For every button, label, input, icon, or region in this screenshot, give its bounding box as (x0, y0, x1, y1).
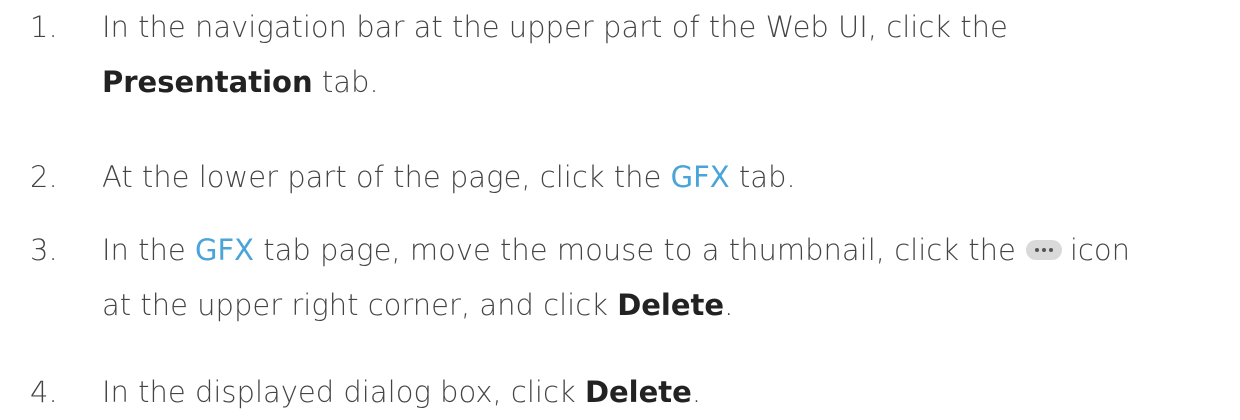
step-line: In the GFX tab page, move the mouse to a… (102, 223, 1202, 278)
presentation-tab-name: Presentation (102, 65, 313, 99)
step-text-fragment: In the (102, 233, 195, 267)
step-text-fragment: tab page, move the mouse to a thumbnail,… (254, 233, 1016, 267)
step-number: 1. (30, 10, 58, 44)
step-text: At the lower part of the page, click the… (102, 150, 1202, 205)
delete-action-name: Delete (617, 288, 725, 322)
step-text-fragment: . (691, 375, 702, 409)
step-text: In the navigation bar at the upper part … (102, 0, 1202, 110)
gfx-link[interactable]: GFX (671, 160, 730, 194)
step-line: Presentation tab. (102, 55, 1202, 110)
step-text: In the GFX tab page, move the mouse to a… (102, 223, 1202, 333)
step-text-fragment: at the upper right corner, and click (102, 288, 618, 322)
gfx-link[interactable]: GFX (195, 233, 254, 267)
delete-action-name: Delete (584, 375, 692, 409)
step-text: In the displayed dialog box, click Delet… (102, 365, 1202, 420)
step-number: 3. (30, 233, 58, 267)
step-text-fragment: At the lower part of the page, click the (102, 160, 671, 194)
instruction-steps: 1. In the navigation bar at the upper pa… (0, 0, 1240, 419)
step-text-fragment: . (724, 288, 734, 322)
step-number: 2. (30, 160, 58, 194)
step-line: In the navigation bar at the upper part … (102, 10, 1008, 44)
step-text-fragment: In the displayed dialog box, click (102, 375, 585, 409)
step-text-fragment: icon (1069, 233, 1130, 267)
step-line: at the upper right corner, and click Del… (102, 278, 1202, 333)
more-options-icon (1025, 240, 1062, 260)
step-text-fragment: tab. (729, 160, 796, 194)
step-text-fragment: tab. (312, 65, 379, 99)
step-number: 4. (30, 375, 58, 409)
